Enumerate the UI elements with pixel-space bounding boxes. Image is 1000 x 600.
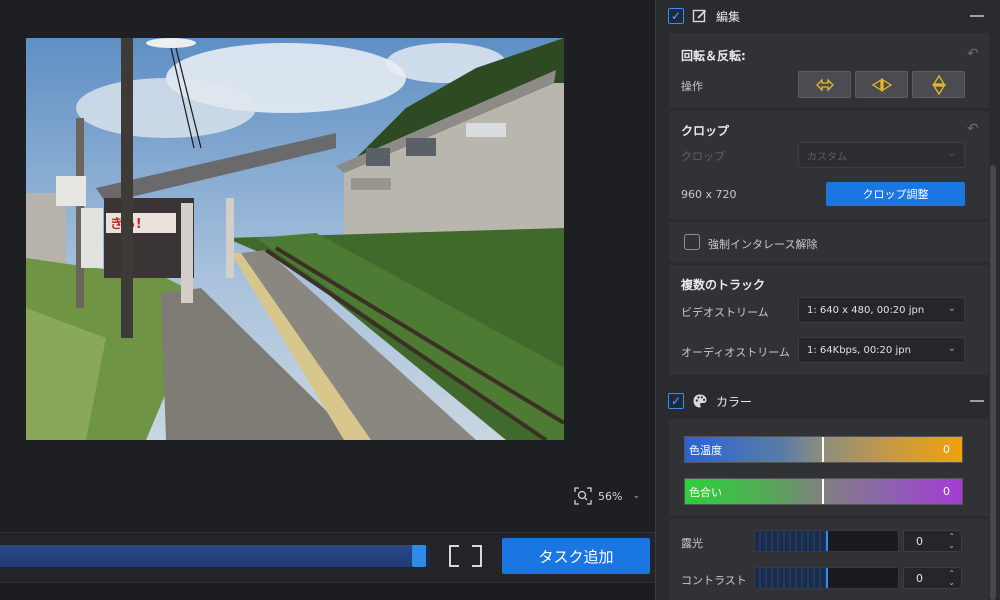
train-station-scene: きる! bbox=[26, 38, 564, 440]
crop-select-value: カスタム bbox=[807, 151, 847, 163]
edit-icon bbox=[692, 9, 707, 23]
deinterlace-checkbox[interactable] bbox=[684, 234, 700, 250]
exposure-spinbox[interactable]: 0 ⌃ ⌄ bbox=[903, 530, 962, 552]
operation-label: 操作 bbox=[681, 80, 703, 93]
tint-value: 0 bbox=[943, 485, 950, 498]
color-section-title: カラー bbox=[716, 394, 753, 409]
contrast-slider-marker[interactable] bbox=[825, 568, 828, 588]
flip-horizontal-icon bbox=[871, 77, 892, 92]
color-temperature-knob[interactable] bbox=[822, 437, 824, 462]
exposure-slider-fill bbox=[755, 531, 827, 551]
add-task-button[interactable]: タスク追加 bbox=[502, 538, 650, 574]
color-collapse-icon[interactable] bbox=[970, 400, 984, 402]
audio-stream-select[interactable]: 1: 64Kbps, 00:20 jpn ⌄ bbox=[798, 337, 965, 363]
chevron-down-icon: ⌄ bbox=[947, 148, 956, 159]
flip-vertical-button[interactable] bbox=[912, 71, 965, 98]
contrast-value: 0 bbox=[916, 571, 923, 585]
spin-arrows-icon[interactable]: ⌃ ⌄ bbox=[948, 532, 955, 550]
audio-stream-label: オーディオストリーム bbox=[681, 346, 790, 359]
video-stream-value: 1: 640 x 480, 00:20 jpn bbox=[807, 304, 925, 316]
rotate-icon bbox=[815, 77, 834, 92]
panel-scrollbar[interactable] bbox=[990, 165, 996, 600]
video-preview-image: きる! bbox=[26, 38, 564, 440]
trim-end-bracket-icon[interactable] bbox=[472, 545, 482, 567]
contrast-label: コントラスト bbox=[681, 574, 747, 587]
color-temperature-slider[interactable]: 色温度 0 bbox=[684, 436, 963, 463]
chevron-down-icon[interactable]: ⌄ bbox=[632, 491, 640, 501]
crop-adjust-button[interactable]: クロップ調整 bbox=[826, 182, 965, 206]
edit-section-title: 編集 bbox=[716, 9, 741, 24]
edit-collapse-icon[interactable] bbox=[970, 15, 984, 17]
contrast-slider[interactable] bbox=[754, 567, 899, 589]
zoom-level: 56% bbox=[598, 489, 623, 503]
contrast-slider-fill bbox=[755, 568, 827, 588]
exposure-slider-marker[interactable] bbox=[825, 531, 828, 551]
flip-horizontal-button[interactable] bbox=[855, 71, 908, 98]
rotate-flip-title: 回転＆反転: bbox=[681, 49, 746, 63]
timeline-progress[interactable] bbox=[0, 545, 430, 567]
crop-title: クロップ bbox=[681, 124, 730, 138]
crop-resolution: 960 x 720 bbox=[681, 188, 737, 201]
crop-label: クロップ bbox=[681, 150, 725, 163]
chevron-down-icon: ⌄ bbox=[947, 343, 956, 354]
edit-section-header[interactable]: ✓ 編集 bbox=[668, 4, 740, 28]
edit-enable-checkbox[interactable]: ✓ bbox=[668, 8, 684, 24]
preview-area: きる! 56% ⌄ bbox=[0, 0, 655, 532]
crop-select[interactable]: カスタム ⌄ bbox=[798, 142, 965, 168]
exposure-label: 露光 bbox=[681, 537, 703, 550]
color-enable-checkbox[interactable]: ✓ bbox=[668, 393, 684, 409]
rotate-button[interactable] bbox=[798, 71, 851, 98]
exposure-slider[interactable] bbox=[754, 530, 899, 552]
palette-icon bbox=[693, 394, 707, 408]
video-stream-label: ビデオストリーム bbox=[681, 306, 769, 319]
tracks-title: 複数のトラック bbox=[681, 278, 766, 292]
timeline-progress-fill bbox=[0, 545, 426, 567]
tint-slider[interactable]: 色合い 0 bbox=[684, 478, 963, 505]
crop-reset-icon[interactable]: ↶ bbox=[967, 122, 985, 136]
trim-start-bracket-icon[interactable] bbox=[449, 545, 459, 567]
zoom-magnifier-icon bbox=[574, 487, 592, 505]
color-section-header[interactable]: ✓ カラー bbox=[668, 389, 752, 413]
timeline-handle[interactable] bbox=[411, 545, 426, 567]
spin-arrows-icon[interactable]: ⌃ ⌄ bbox=[948, 569, 955, 587]
bottom-strip bbox=[0, 582, 655, 600]
tint-label: 色合い bbox=[689, 485, 722, 499]
exposure-value: 0 bbox=[916, 534, 923, 548]
color-temperature-label: 色温度 bbox=[689, 443, 722, 457]
contrast-spinbox[interactable]: 0 ⌃ ⌄ bbox=[903, 567, 962, 589]
chevron-down-icon: ⌄ bbox=[947, 303, 956, 314]
color-temperature-value: 0 bbox=[943, 443, 950, 456]
deinterlace-label[interactable]: 強制インタレース解除 bbox=[708, 236, 817, 252]
flip-vertical-icon bbox=[931, 74, 946, 95]
rotate-reset-icon[interactable]: ↶ bbox=[967, 47, 985, 61]
audio-stream-value: 1: 64Kbps, 00:20 jpn bbox=[807, 344, 911, 356]
video-stream-select[interactable]: 1: 640 x 480, 00:20 jpn ⌄ bbox=[798, 297, 965, 323]
tint-knob[interactable] bbox=[822, 479, 824, 504]
zoom-control[interactable]: 56% ⌄ bbox=[574, 487, 640, 505]
